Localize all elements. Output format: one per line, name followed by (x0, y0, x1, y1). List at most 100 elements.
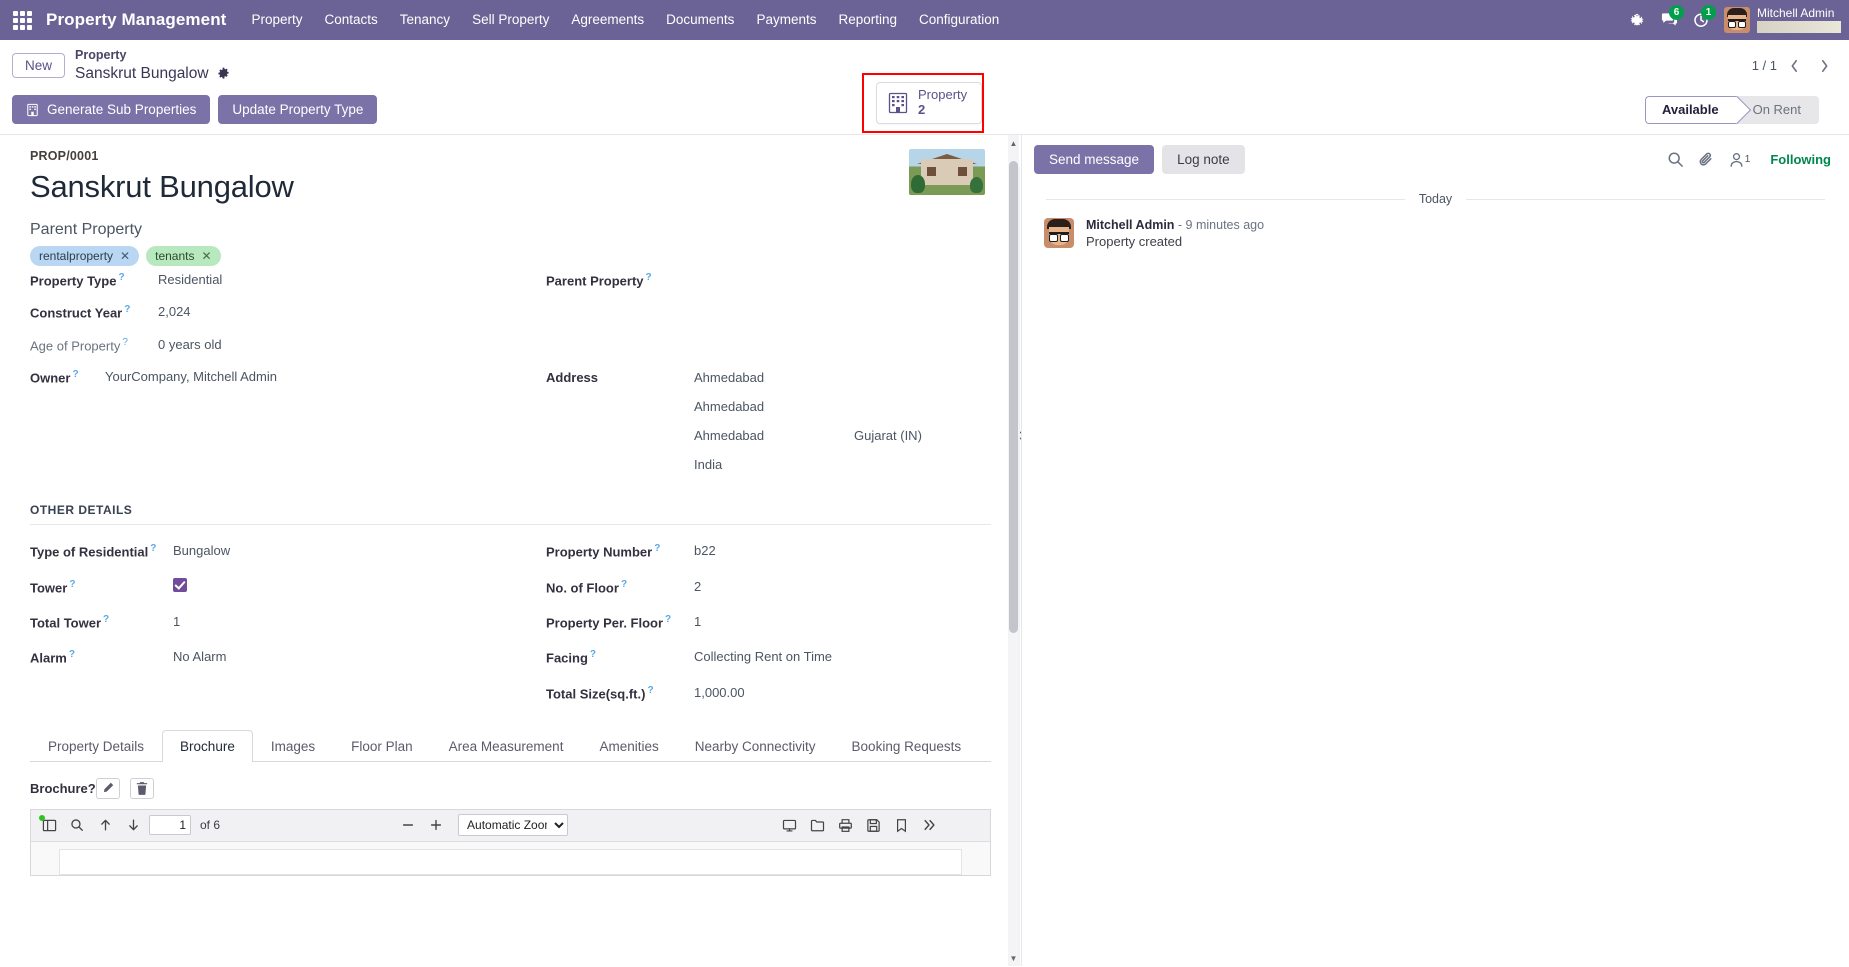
field-value[interactable]: 1 (173, 613, 180, 629)
help-icon[interactable]: ? (69, 579, 75, 590)
menu-payments[interactable]: Payments (745, 0, 827, 40)
presentation-mode-icon[interactable] (777, 813, 801, 837)
tower-checkbox[interactable] (173, 577, 187, 592)
minus-icon[interactable] (396, 813, 420, 837)
gear-icon[interactable] (217, 67, 230, 80)
app-brand-title[interactable]: Property Management (44, 10, 240, 30)
pdf-page-canvas (59, 848, 962, 875)
help-icon[interactable]: ? (103, 614, 109, 625)
save-icon[interactable] (861, 813, 885, 837)
help-icon[interactable]: ? (665, 614, 671, 625)
tab-booking-requests[interactable]: Booking Requests (834, 730, 980, 762)
menu-documents[interactable]: Documents (655, 0, 745, 40)
help-icon[interactable]: ? (621, 579, 627, 590)
page-title[interactable]: Sanskrut Bungalow (30, 169, 991, 205)
menu-configuration[interactable]: Configuration (908, 0, 1010, 40)
chevron-left-icon[interactable] (1781, 53, 1807, 79)
bookmark-icon[interactable] (889, 813, 913, 837)
help-icon[interactable]: ? (647, 685, 653, 696)
pdf-zoom-select[interactable]: Automatic Zoom (458, 814, 569, 837)
paperclip-icon[interactable] (1698, 151, 1715, 168)
address-country[interactable]: India (694, 456, 1021, 472)
help-icon[interactable]: ? (124, 304, 130, 315)
tag-rentalproperty[interactable]: rentalproperty ✕ (30, 246, 140, 266)
field-value[interactable]: 2,024 (158, 303, 191, 319)
status-available[interactable]: Available (1644, 95, 1737, 124)
tab-images[interactable]: Images (253, 730, 333, 762)
chevron-right-icon[interactable] (1811, 53, 1837, 79)
breadcrumb-parent[interactable]: Property (75, 48, 230, 64)
menu-agreements[interactable]: Agreements (560, 0, 655, 40)
field-value[interactable]: 1,000.00 (694, 684, 745, 700)
trash-icon[interactable] (130, 777, 154, 799)
chat-bubble-icon[interactable]: 6 (1654, 0, 1684, 40)
stat-button-property[interactable]: Property 2 (876, 82, 983, 124)
menu-property[interactable]: Property (240, 0, 313, 40)
update-property-type-button[interactable]: Update Property Type (218, 95, 378, 124)
print-icon[interactable] (833, 813, 857, 837)
help-icon[interactable]: ? (150, 543, 156, 554)
field-value[interactable]: 1 (694, 613, 701, 629)
new-button[interactable]: New (12, 53, 66, 78)
address-line-2[interactable]: Ahmedabad (694, 398, 1021, 414)
arrow-down-icon[interactable] (121, 813, 145, 837)
address-city[interactable]: Ahmedabad (694, 427, 854, 443)
field-value[interactable]: Collecting Rent on Time (694, 648, 832, 664)
menu-sell-property[interactable]: Sell Property (461, 0, 560, 40)
field-value[interactable]: Residential (158, 271, 222, 287)
property-photo[interactable] (909, 149, 985, 195)
tab-property-details[interactable]: Property Details (30, 730, 162, 762)
log-note-button[interactable]: Log note (1162, 145, 1245, 174)
double-chevron-right-icon[interactable] (917, 813, 941, 837)
arrow-up-icon[interactable] (93, 813, 117, 837)
scroll-up-arrow-icon[interactable]: ▲ (1009, 137, 1018, 149)
tab-amenities[interactable]: Amenities (581, 730, 676, 762)
help-icon[interactable]: ? (72, 369, 78, 380)
apps-grid-icon[interactable] (0, 0, 44, 40)
search-icon[interactable] (65, 813, 89, 837)
tab-area-measurement[interactable]: Area Measurement (431, 730, 582, 762)
search-icon[interactable] (1667, 151, 1684, 168)
help-icon[interactable]: ? (646, 272, 652, 283)
pdf-page-input[interactable] (149, 815, 191, 836)
field-value[interactable]: b22 (694, 542, 716, 558)
menu-reporting[interactable]: Reporting (827, 0, 908, 40)
close-icon[interactable]: ✕ (201, 249, 211, 263)
field-value[interactable]: 2 (694, 578, 701, 594)
send-message-button[interactable]: Send message (1034, 145, 1155, 174)
menu-tenancy[interactable]: Tenancy (389, 0, 461, 40)
plus-icon[interactable] (424, 813, 448, 837)
field-value[interactable]: YourCompany, Mitchell Admin (105, 368, 277, 384)
message-author[interactable]: Mitchell Admin (1086, 218, 1174, 232)
form-scrollbar[interactable]: ▲ ▼ (1008, 135, 1019, 966)
open-file-icon[interactable] (805, 813, 829, 837)
tab-brochure[interactable]: Brochure (162, 729, 253, 762)
close-icon[interactable]: ✕ (120, 249, 130, 263)
address-line-1[interactable]: Ahmedabad (694, 369, 1021, 385)
address-state[interactable]: Gujarat (IN) (854, 427, 1019, 443)
status-on-rent[interactable]: On Rent (1737, 96, 1819, 124)
following-status[interactable]: Following (1770, 152, 1831, 167)
help-icon[interactable]: ? (88, 781, 96, 796)
followers-icon[interactable]: 1 (1729, 152, 1750, 168)
form-scrollbar-thumb[interactable] (1009, 161, 1018, 633)
tab-floor-plan[interactable]: Floor Plan (333, 730, 431, 762)
bug-icon[interactable] (1622, 0, 1652, 40)
clock-icon[interactable]: 1 (1686, 0, 1716, 40)
help-icon[interactable]: ? (69, 649, 75, 660)
sidebar-toggle-icon[interactable] (37, 813, 61, 837)
tab-nearby-connectivity[interactable]: Nearby Connectivity (677, 730, 834, 762)
scroll-down-arrow-icon[interactable]: ▼ (1009, 952, 1018, 964)
generate-sub-properties-button[interactable]: Generate Sub Properties (12, 95, 211, 124)
help-icon[interactable]: ? (654, 543, 660, 554)
field-value[interactable]: No Alarm (173, 648, 226, 664)
menu-contacts[interactable]: Contacts (313, 0, 388, 40)
field-value[interactable]: Bungalow (173, 542, 230, 558)
help-icon[interactable]: ? (118, 272, 124, 283)
help-icon[interactable]: ? (122, 337, 128, 348)
user-menu[interactable]: Mitchell Admin (1718, 7, 1841, 33)
help-icon[interactable]: ? (590, 649, 596, 660)
chatter-toolbar: Send message Log note 1 Following (1022, 135, 1849, 182)
pencil-icon[interactable] (96, 777, 120, 799)
tag-tenants[interactable]: tenants ✕ (146, 246, 221, 266)
